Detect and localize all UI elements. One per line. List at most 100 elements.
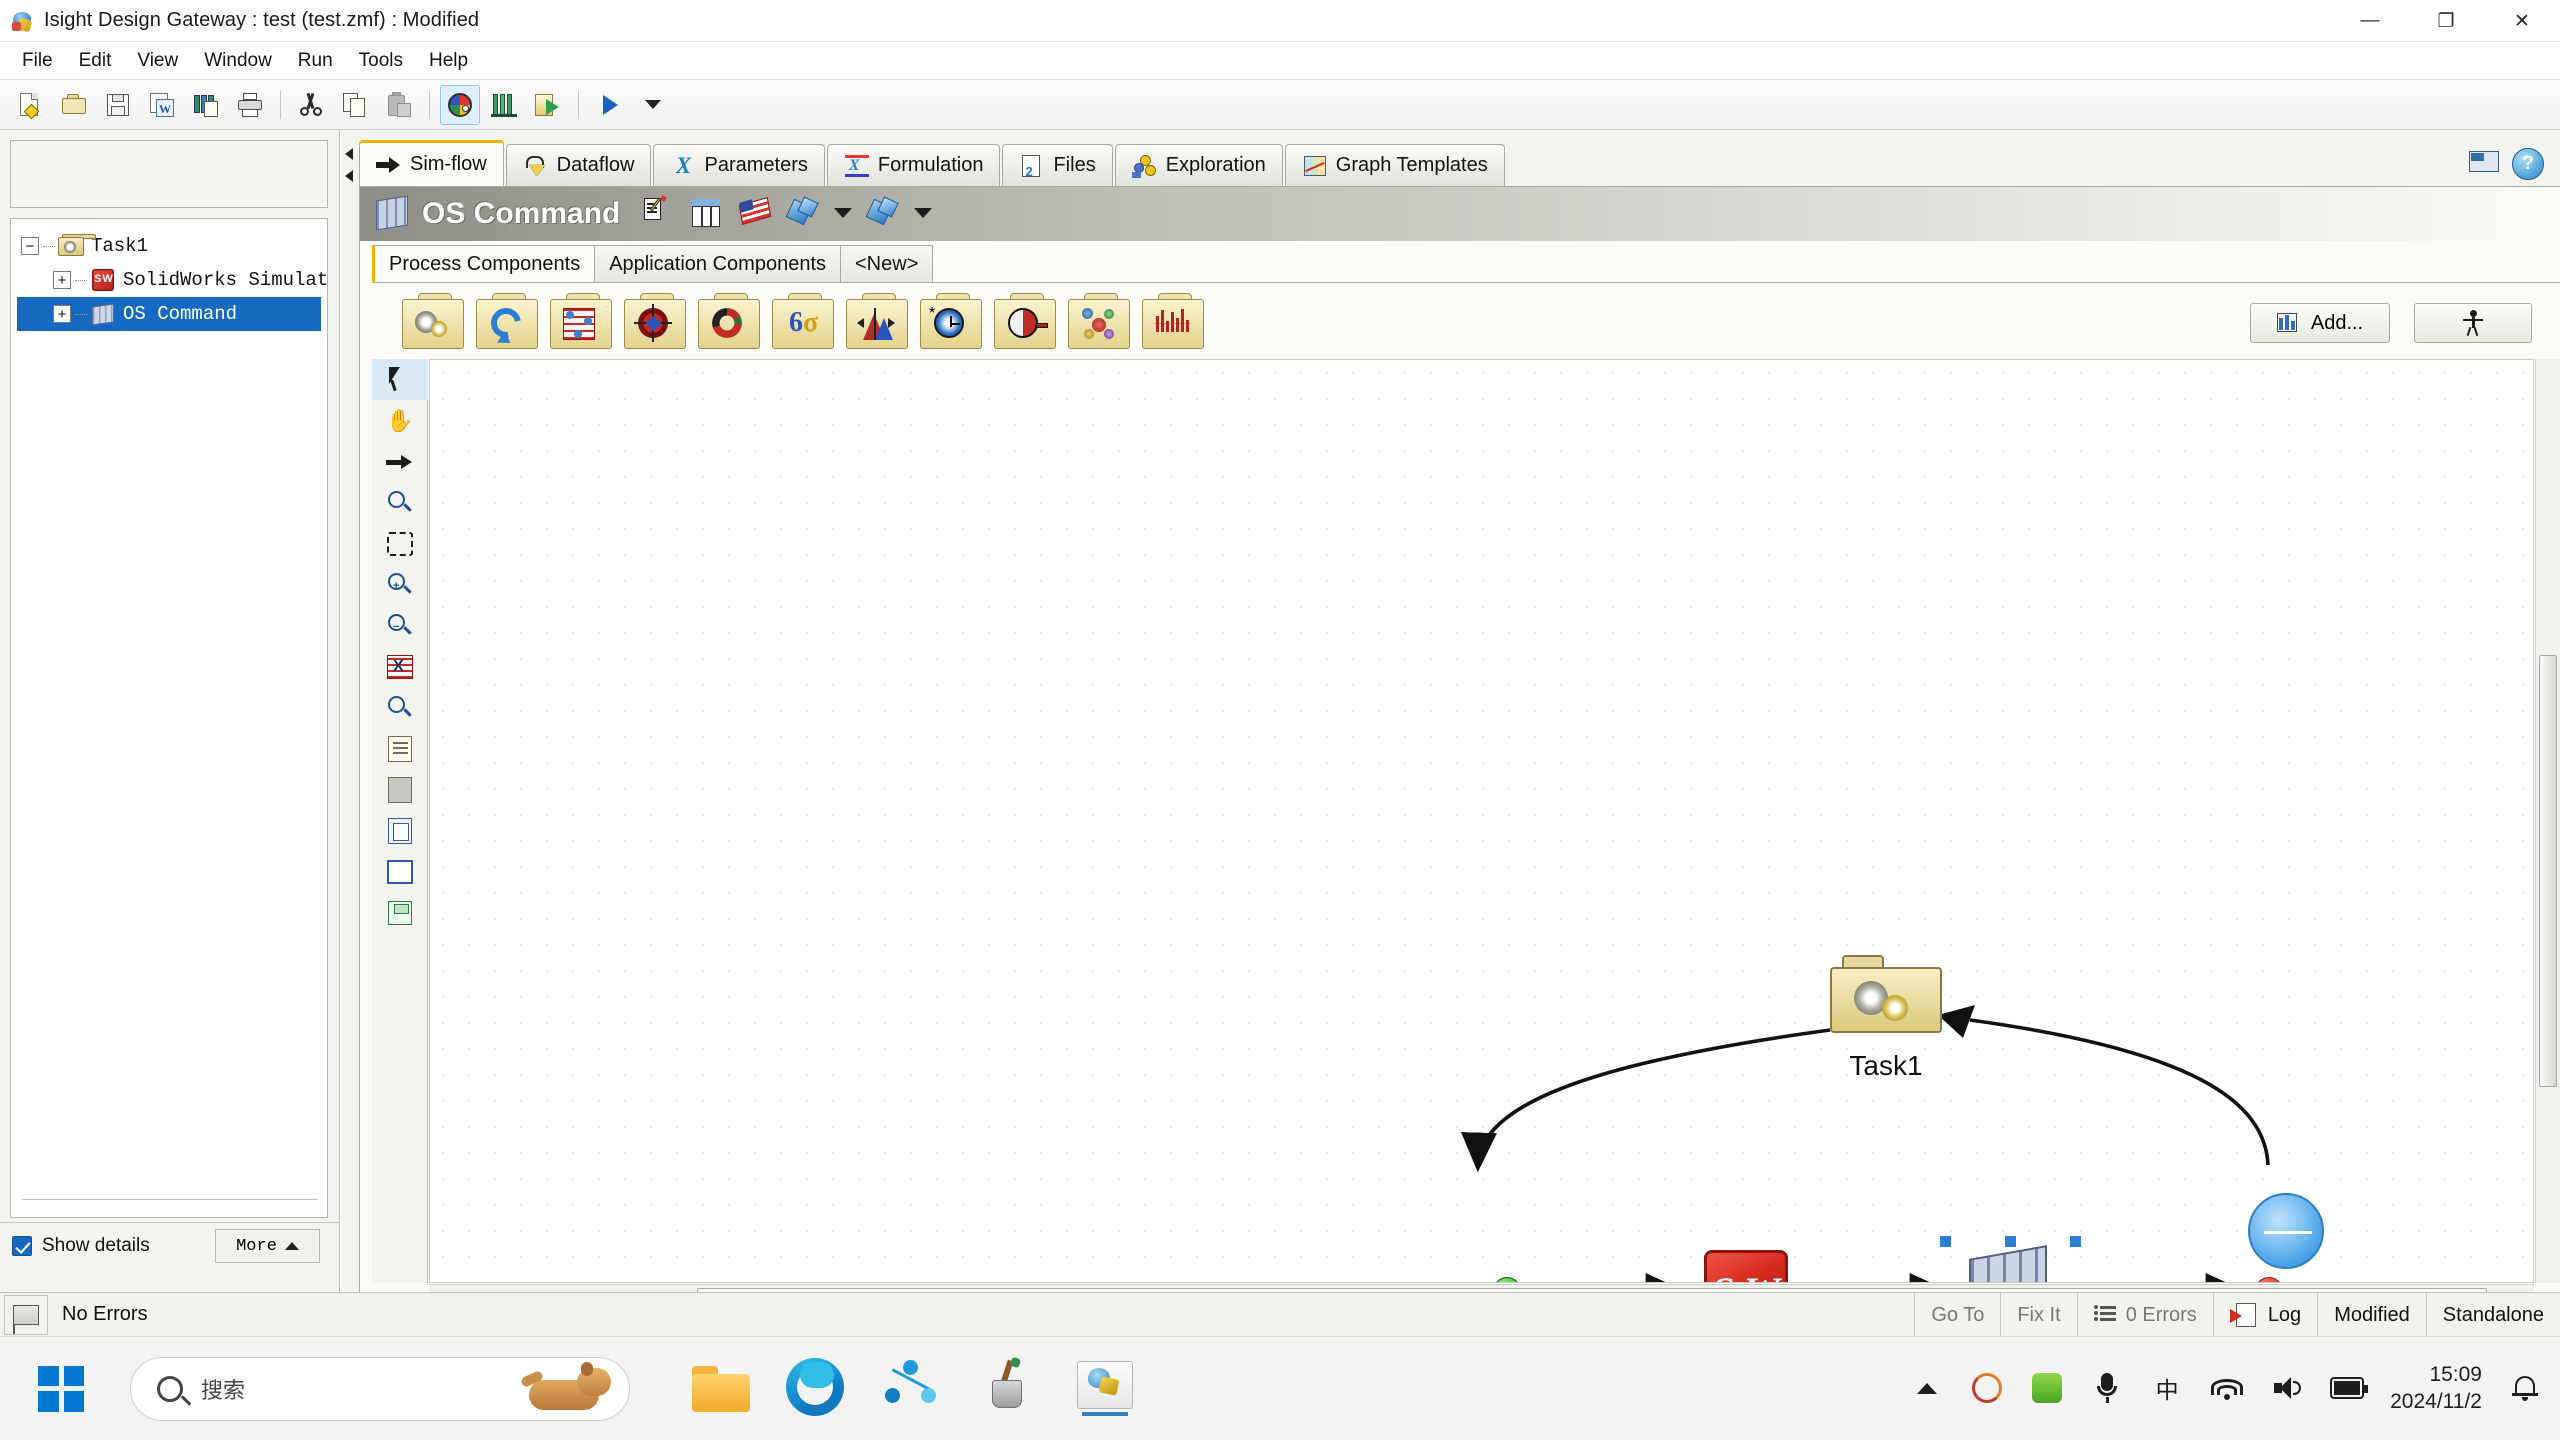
blue-layer-icon[interactable] (865, 196, 900, 230)
microphone-icon[interactable] (2090, 1371, 2124, 1405)
paste-button[interactable] (379, 85, 419, 125)
caret-down-icon[interactable] (834, 208, 852, 218)
tab-parameters[interactable]: X Parameters (653, 144, 825, 186)
maximize-button[interactable]: ❐ (2408, 0, 2484, 42)
blue-shapes-icon[interactable] (785, 196, 820, 230)
taskbar-isight-app[interactable] (1074, 1358, 1136, 1420)
search-input[interactable]: 搜索 (130, 1356, 630, 1421)
edit-icon[interactable] (642, 195, 676, 230)
node-task1-icon[interactable] (1830, 955, 1942, 1035)
tab-dataflow[interactable]: Dataflow (505, 144, 652, 186)
canvas-vertical-scrollbar[interactable] (2535, 359, 2560, 1283)
tree-expander[interactable]: − (21, 237, 39, 255)
menu-edit[interactable]: Edit (67, 47, 124, 75)
note-tool[interactable] (372, 728, 428, 769)
status-errors[interactable]: 0 Errors (2076, 1293, 2213, 1337)
palette-tools-button[interactable] (2414, 303, 2532, 343)
tab-formulation[interactable]: X Formulation (826, 144, 1001, 186)
palette-timing-component[interactable]: * (920, 291, 982, 351)
table-icon[interactable] (690, 196, 724, 230)
menu-file[interactable]: File (10, 47, 65, 75)
spiral-app-icon[interactable] (1970, 1371, 2004, 1405)
pan-tool[interactable]: ✋ (372, 400, 428, 441)
palette-doe-matrix-component[interactable] (550, 291, 612, 351)
open-button[interactable] (54, 85, 94, 125)
help-question-icon[interactable]: ? (2512, 148, 2544, 180)
menu-tools[interactable]: Tools (347, 47, 415, 75)
link-tool[interactable] (372, 441, 428, 482)
zoom-100-tool[interactable] (372, 687, 428, 728)
tab-sim-flow[interactable]: Sim-flow (359, 140, 504, 186)
navigation-compass-widget[interactable] (2248, 1193, 2324, 1269)
flag-icon[interactable] (738, 196, 772, 230)
layer-tool[interactable] (372, 810, 428, 851)
status-goto[interactable]: Go To (1914, 1293, 2000, 1337)
more-button[interactable]: More (215, 1229, 320, 1263)
run-options-button[interactable] (633, 85, 673, 125)
palette-pointer-component[interactable] (994, 291, 1056, 351)
zoom-region-tool[interactable] (372, 482, 428, 523)
palette-optimization-component[interactable] (624, 291, 686, 351)
caret-down-2-icon[interactable] (914, 208, 932, 218)
vertical-scroll-thumb[interactable] (2539, 655, 2557, 1087)
palette-process-gear-component[interactable] (402, 291, 464, 351)
subtab-application-components[interactable]: Application Components (594, 245, 841, 283)
volume-icon[interactable] (2270, 1371, 2304, 1405)
tab-graph-templates[interactable]: Graph Templates (1284, 144, 1505, 186)
close-button[interactable]: ✕ (2484, 0, 2560, 42)
windows-logo-icon[interactable] (38, 1365, 84, 1412)
palette-six-sigma-component[interactable]: 6σ (772, 291, 834, 351)
selection-handle[interactable] (1940, 1236, 1951, 1247)
copy-button[interactable] (335, 85, 375, 125)
menu-help[interactable]: Help (417, 47, 480, 75)
taskbar-microsoft-edge[interactable] (786, 1357, 848, 1420)
sim-flow-canvas[interactable]: Task1 SW SolidWorks Simulation (429, 359, 2534, 1283)
gray-note-tool[interactable] (372, 769, 428, 810)
status-log[interactable]: Log (2212, 1293, 2317, 1337)
ime-indicator[interactable]: 中 (2150, 1371, 2184, 1405)
tree-expander[interactable]: + (53, 271, 71, 289)
node-oscommand-icon[interactable] (1967, 1245, 2051, 1282)
subtab-process-components[interactable]: Process Components (372, 245, 596, 283)
add-button[interactable]: Add... (2250, 303, 2390, 343)
save-as-button[interactable]: W (142, 85, 182, 125)
select-tool[interactable] (372, 359, 428, 400)
status-flag-icon[interactable] (4, 1294, 48, 1335)
window-layout-icon[interactable] (2468, 149, 2502, 179)
print-button[interactable] (230, 85, 270, 125)
tree-expander[interactable]: + (53, 305, 71, 323)
palette-signal-component[interactable] (1142, 291, 1204, 351)
new-document-button[interactable] (10, 85, 50, 125)
notification-bell-icon[interactable] (2508, 1371, 2542, 1405)
palette-monte-carlo-component[interactable] (698, 291, 760, 351)
zoom-in-tool[interactable]: + (372, 564, 428, 605)
zoom-out-tool[interactable]: − (372, 605, 428, 646)
taskbar-clock[interactable]: 15:09 2024/11/2 (2390, 1361, 2482, 1416)
tab-exploration[interactable]: Exploration (1114, 144, 1283, 186)
selection-handle[interactable] (2005, 1236, 2016, 1247)
palette-loop-component[interactable] (476, 291, 538, 351)
taskbar-file-explorer[interactable] (690, 1358, 752, 1420)
minimize-button[interactable]: — (2332, 0, 2408, 42)
menu-view[interactable]: View (125, 47, 190, 75)
selection-handle[interactable] (2070, 1236, 2081, 1247)
tree-node-solidworks[interactable]: + SW SolidWorks Simulation (17, 263, 327, 297)
show-hidden-icons-button[interactable] (1910, 1371, 1944, 1405)
status-fixit[interactable]: Fix It (2000, 1293, 2076, 1337)
tree-node-oscommand[interactable]: + OS Command (17, 297, 321, 331)
menu-window[interactable]: Window (192, 47, 284, 75)
green-app-icon[interactable] (2030, 1371, 2064, 1405)
menu-run[interactable]: Run (286, 47, 345, 75)
palette-distribution-component[interactable] (846, 291, 908, 351)
taskbar-isight-tool[interactable] (882, 1358, 944, 1420)
palette-button[interactable] (440, 84, 480, 125)
tree-node-task1[interactable]: − Task1 (17, 229, 321, 263)
wifi-icon[interactable] (2210, 1371, 2244, 1405)
show-details-checkbox[interactable] (12, 1235, 32, 1256)
cut-button[interactable] (291, 85, 331, 125)
save-button[interactable] (98, 85, 138, 125)
export-button[interactable] (528, 85, 568, 125)
battery-icon[interactable] (2330, 1371, 2369, 1405)
marquee-tool[interactable] (372, 523, 428, 564)
frame-tool[interactable] (372, 851, 428, 892)
